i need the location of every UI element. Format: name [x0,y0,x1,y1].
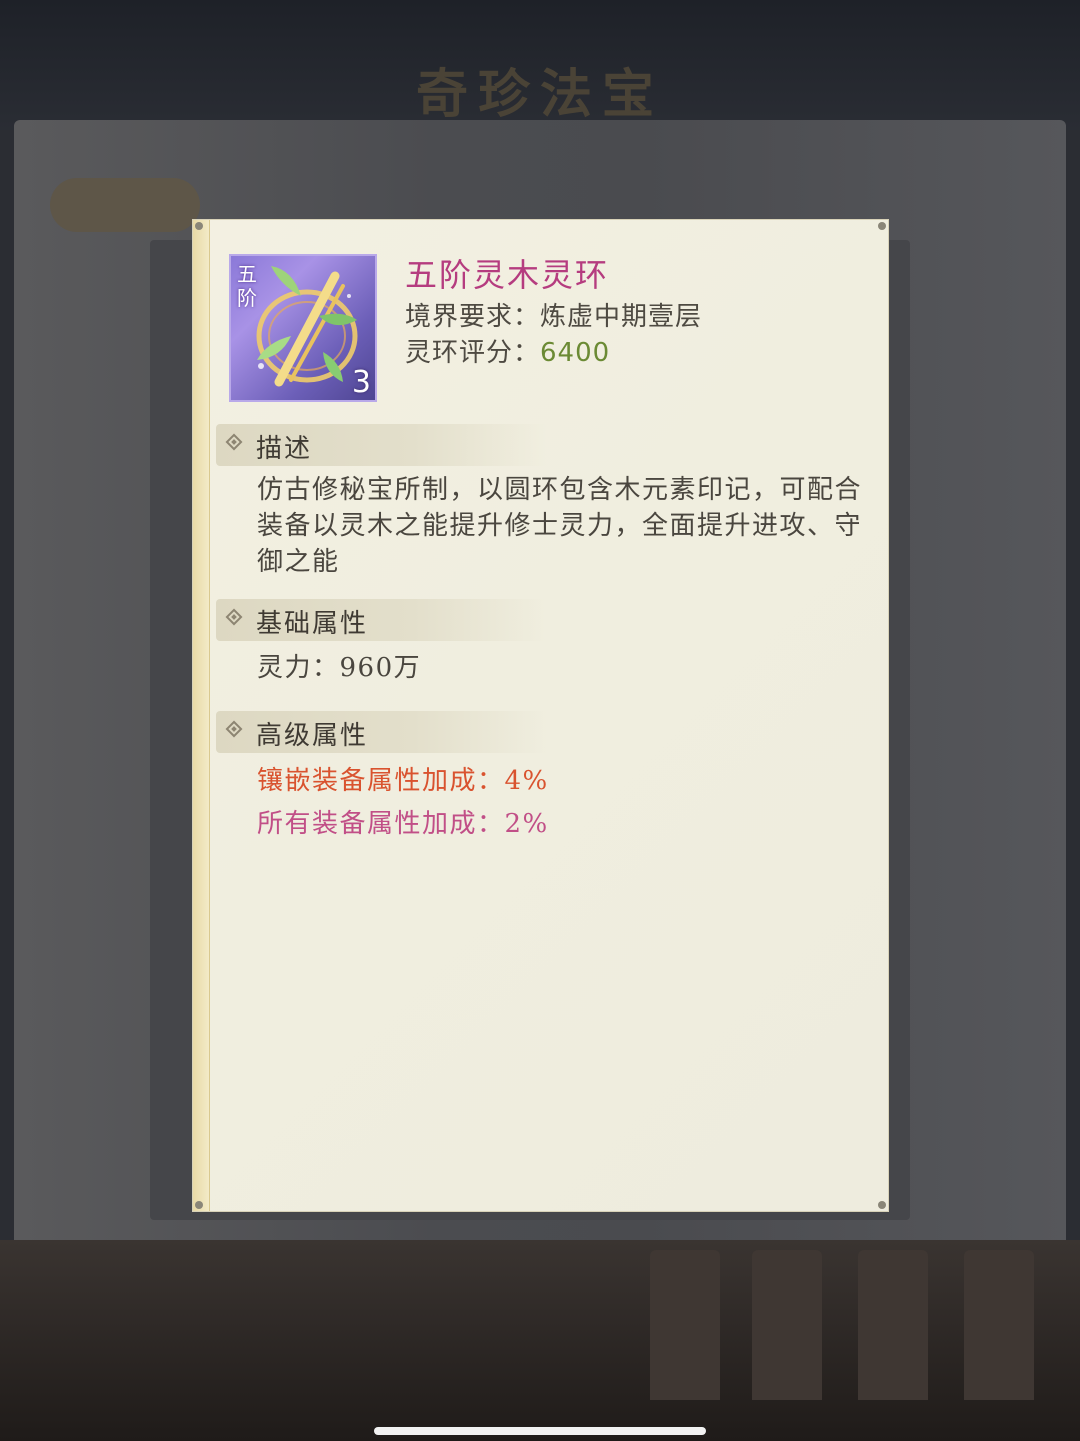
background-pillar [858,1250,928,1400]
advanced-attribute-line: 所有装备属性加成：2% [257,809,549,839]
requirement-label: 境界要求： [405,302,541,332]
background-tab [50,178,200,232]
background-pillar [752,1250,822,1400]
home-indicator[interactable] [374,1427,706,1435]
description-text: 仿古修秘宝所制，以圆环包含木元素印记，可配合装备以灵木之能提升修士灵力，全面提升… [257,475,863,577]
background-pillar [650,1250,720,1400]
tier-badge: 五阶 [237,262,257,310]
score-label: 灵环评分： [405,338,541,368]
diamond-bullet-icon [225,608,243,626]
section-title: 描述 [256,434,313,464]
item-tooltip-card[interactable]: 五阶 3 五阶灵木灵环 境界要求：炼虚中期壹层 灵环评分：6400 描述 仿古修… [193,220,888,1211]
section-title: 高级属性 [256,721,369,751]
basic-attribute-line: 灵力：960万 [257,653,422,683]
advanced-attributes-header: 高级属性 [216,711,546,753]
corner-rivet [878,222,886,230]
requirement-line: 境界要求：炼虚中期壹层 [405,296,702,333]
diamond-bullet-icon [225,720,243,738]
jade-bamboo-ring-icon: 五阶 3 [229,254,377,402]
background-pillar [964,1250,1034,1400]
description-header: 描述 [216,424,546,466]
item-name: 五阶灵木灵环 [405,256,610,294]
corner-rivet [195,222,203,230]
score-value: 6400 [540,338,611,368]
item-count: 3 [351,365,371,400]
basic-attributes-header: 基础属性 [216,599,546,641]
advanced-attribute-line: 镶嵌装备属性加成：4% [257,766,549,796]
requirement-value: 炼虚中期壹层 [540,302,703,332]
card-spine [193,220,210,1211]
background-title: 奇珍法宝 [415,64,664,125]
corner-rivet [878,1201,886,1209]
section-title: 基础属性 [256,609,369,639]
corner-rivet [195,1201,203,1209]
diamond-bullet-icon [225,433,243,451]
score-line: 灵环评分：6400 [405,332,610,369]
